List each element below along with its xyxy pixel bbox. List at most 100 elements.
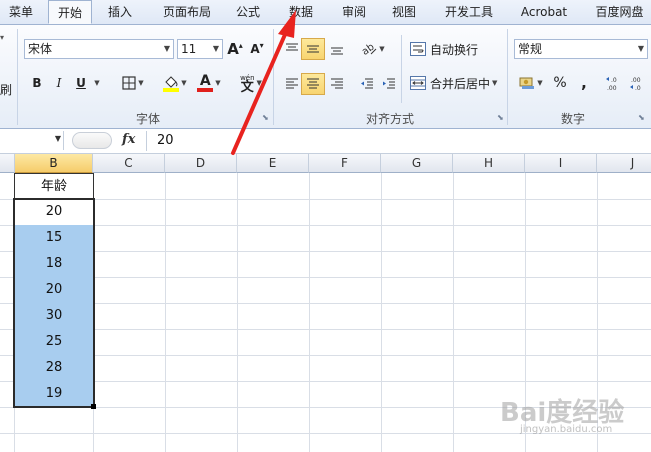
chevron-down-icon: ▼ (181, 79, 187, 87)
increase-indent-icon[interactable] (382, 77, 396, 91)
column-header-c[interactable]: C (93, 154, 165, 173)
table-cell[interactable]: 18 (14, 251, 94, 278)
insert-function-button[interactable]: fx (122, 132, 135, 147)
clipboard-dropdown-icon[interactable]: ▾ (0, 29, 4, 47)
svg-text:.00: .00 (607, 85, 617, 91)
currency-format-button[interactable]: ▼ (516, 73, 546, 93)
font-name-combo[interactable]: 宋体 ▼ (24, 39, 174, 59)
formula-bar: ▼ fx 20 (0, 129, 651, 154)
tab-page-layout[interactable]: 页面布局 (154, 0, 220, 24)
chevron-down-icon: ▼ (94, 79, 100, 87)
fill-color-button[interactable]: ▼ (160, 71, 190, 95)
align-bottom-icon[interactable] (330, 42, 344, 56)
increase-decimal-button[interactable]: .0 .00 (604, 73, 624, 93)
tab-review[interactable]: 审阅 (334, 0, 374, 24)
column-a-partial-border (0, 199, 14, 407)
table-cell[interactable]: 20 (14, 199, 94, 226)
column-header-j[interactable]: J (597, 154, 651, 173)
tab-acrobat[interactable]: Acrobat (514, 0, 574, 24)
svg-text:.0: .0 (611, 77, 617, 84)
tab-formulas[interactable]: 公式 (228, 0, 268, 24)
tab-view[interactable]: 视图 (384, 0, 424, 24)
format-painter-label[interactable]: 刷 (0, 81, 12, 99)
tab-menu[interactable]: 菜单 (0, 0, 42, 24)
comma-style-button[interactable]: , (575, 73, 593, 93)
table-cell[interactable]: 19 (14, 381, 94, 408)
group-separator (17, 29, 18, 125)
dialog-launcher-icon[interactable]: ⬊ (262, 114, 270, 122)
column-header-i[interactable]: I (525, 154, 597, 173)
text-orientation-icon: ab (361, 42, 377, 56)
font-group-label: 字体 (135, 112, 160, 126)
merge-center-button[interactable]: 合并后居中 ▼ (410, 73, 510, 93)
align-left-icon[interactable] (285, 77, 299, 91)
number-format-combo[interactable]: 常规 ▼ (514, 39, 648, 59)
align-right-icon[interactable] (330, 77, 344, 91)
tab-home[interactable]: 开始 (48, 0, 92, 24)
underline-button[interactable]: U (72, 73, 90, 93)
ribbon: ▾ 刷 宋体 ▼ 11 ▼ A ▴ A ▾ B I U ▼ ▼ ▼ A ▼ wé… (0, 25, 651, 129)
column-header-g[interactable]: G (381, 154, 453, 173)
wrap-text-icon (410, 42, 426, 56)
formula-input[interactable]: 20 (157, 133, 174, 148)
grid-line (0, 303, 651, 304)
column-header-a-partial[interactable] (0, 154, 15, 173)
table-cell[interactable]: 28 (14, 355, 94, 382)
grid-line (0, 381, 651, 382)
phonetic-guide-button[interactable]: wén 文 ▼ (234, 69, 268, 97)
chevron-down-icon: ▼ (138, 79, 144, 87)
grid-line (237, 173, 238, 452)
chevron-down-icon: ▼ (637, 44, 644, 53)
tab-developer[interactable]: 开发工具 (436, 0, 502, 24)
decrease-decimal-icon-button[interactable]: .00 .0 (628, 73, 648, 93)
decrease-indent-icon[interactable] (360, 77, 374, 91)
grid-line (0, 277, 651, 278)
column-header-b[interactable]: B (15, 154, 93, 173)
column-header-f[interactable]: F (309, 154, 381, 173)
caret-down-icon: ▾ (259, 40, 264, 50)
tab-baidu-netdisk[interactable]: 百度网盘 (588, 0, 651, 24)
table-cell[interactable]: 25 (14, 329, 94, 356)
increase-decimal-icon: .0 .00 (606, 77, 617, 91)
borders-button[interactable]: ▼ (118, 73, 148, 93)
name-box[interactable]: ▼ (0, 131, 64, 150)
orientation-button[interactable]: ab ▼ (358, 39, 388, 59)
font-size-value: 11 (181, 42, 197, 56)
shrink-font-button[interactable]: A ▾ (248, 39, 266, 59)
fill-handle[interactable] (91, 404, 96, 409)
grid-line (0, 355, 651, 356)
alignment-group-label: 对齐方式 (365, 112, 414, 126)
table-cell[interactable]: 20 (14, 277, 94, 304)
borders-icon (122, 76, 136, 90)
underline-dropdown-button[interactable]: ▼ (90, 73, 102, 93)
grow-font-button[interactable]: A ▴ (226, 39, 244, 59)
formula-cancel-button[interactable] (72, 132, 112, 149)
grid-line (165, 173, 166, 452)
table-header-cell[interactable]: 年龄 (14, 173, 94, 200)
align-center-button[interactable] (301, 73, 325, 95)
merge-cells-icon (410, 76, 426, 90)
grid-line (0, 199, 651, 200)
align-middle-button[interactable] (301, 38, 325, 60)
dialog-launcher-icon[interactable]: ⬊ (638, 114, 646, 122)
tab-insert[interactable]: 插入 (100, 0, 140, 24)
shrink-font-icon: A (250, 42, 260, 56)
tab-data[interactable]: 数据 (280, 0, 322, 24)
wrap-text-button[interactable]: 自动换行 (410, 39, 496, 59)
svg-text:ab: ab (361, 42, 377, 56)
font-color-icon: A (197, 74, 214, 92)
font-color-button[interactable]: A ▼ (194, 71, 224, 95)
dialog-launcher-icon[interactable]: ⬊ (497, 114, 505, 122)
percent-button[interactable]: % (551, 73, 569, 93)
column-header-d[interactable]: D (165, 154, 237, 173)
caret-up-icon: ▴ (238, 40, 243, 50)
font-size-combo[interactable]: 11 ▼ (177, 39, 223, 59)
column-header-h[interactable]: H (453, 154, 525, 173)
column-header-e[interactable]: E (237, 154, 309, 173)
bold-button[interactable]: B (28, 73, 46, 93)
italic-button[interactable]: I (50, 73, 68, 93)
align-top-icon[interactable] (285, 42, 299, 56)
table-cell[interactable]: 15 (14, 225, 94, 252)
chevron-down-icon: ▼ (537, 79, 543, 87)
table-cell[interactable]: 30 (14, 303, 94, 330)
